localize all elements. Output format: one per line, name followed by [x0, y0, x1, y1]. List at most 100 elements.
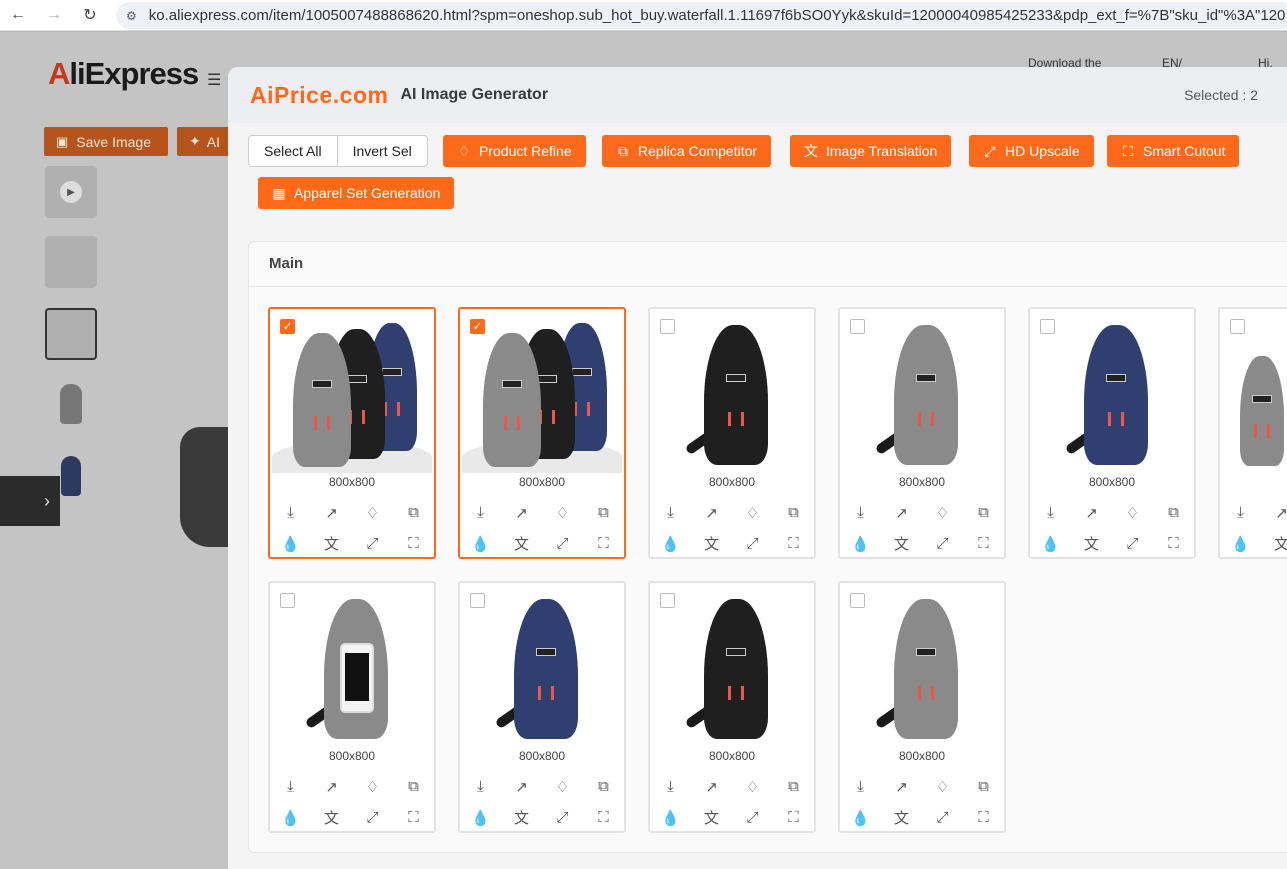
- translate-icon[interactable]: 文: [501, 802, 542, 833]
- diamond-icon[interactable]: ♢: [352, 771, 393, 802]
- reload-icon[interactable]: ↻: [72, 0, 108, 31]
- download-icon[interactable]: ⤓: [270, 771, 311, 802]
- thumbnail-image[interactable]: [45, 378, 97, 430]
- product-image[interactable]: ​: [1222, 311, 1287, 473]
- download-icon[interactable]: ⤓: [270, 497, 311, 528]
- focus-icon[interactable]: ⛶: [1153, 528, 1194, 559]
- product-image[interactable]: [462, 585, 622, 747]
- download-icon[interactable]: ⤓: [840, 497, 881, 528]
- diamond-icon[interactable]: ♢: [542, 497, 583, 528]
- site-info-icon[interactable]: ⚙: [126, 9, 137, 23]
- select-checkbox[interactable]: ✓: [470, 319, 485, 334]
- product-image[interactable]: [462, 311, 622, 473]
- image-card[interactable]: 800x800 ⤓ ↗ ♢ ⧉ 💧 文 ⤢ ⛶: [838, 581, 1006, 833]
- open-external-icon[interactable]: ↗: [881, 771, 922, 802]
- expand-icon[interactable]: ⤢: [922, 802, 963, 833]
- diamond-icon[interactable]: ♢: [352, 497, 393, 528]
- product-image[interactable]: [842, 585, 1002, 747]
- translate-icon[interactable]: 文: [311, 528, 352, 559]
- select-checkbox[interactable]: [1230, 319, 1245, 334]
- droplet-icon[interactable]: 💧: [650, 802, 691, 833]
- product-image[interactable]: [842, 311, 1002, 473]
- expand-icon[interactable]: ⤢: [542, 802, 583, 833]
- focus-icon[interactable]: ⛶: [583, 528, 624, 559]
- select-checkbox[interactable]: [660, 319, 675, 334]
- expand-icon[interactable]: ⤢: [922, 528, 963, 559]
- product-image[interactable]: [272, 311, 432, 473]
- forward-icon[interactable]: →: [36, 0, 72, 31]
- product-refine-button[interactable]: ♢ Product Refine: [443, 135, 586, 167]
- droplet-icon[interactable]: 💧: [840, 802, 881, 833]
- translate-icon[interactable]: 文: [1261, 528, 1287, 559]
- diamond-icon[interactable]: ♢: [732, 771, 773, 802]
- copy-icon[interactable]: ⧉: [963, 771, 1004, 802]
- image-card[interactable]: ✓ 800x800 ⤓ ↗ ♢ ⧉ 💧 文 ⤢ ⛶: [458, 307, 626, 559]
- droplet-icon[interactable]: 💧: [650, 528, 691, 559]
- select-checkbox[interactable]: [850, 319, 865, 334]
- replica-competitor-button[interactable]: ⧉ Replica Competitor: [602, 135, 772, 167]
- image-card[interactable]: 800x800 ⤓ ↗ ♢ ⧉ 💧 文 ⤢ ⛶: [268, 581, 436, 833]
- address-bar[interactable]: ⚙ ko.aliexpress.com/item/100500748886862…: [116, 2, 1287, 29]
- image-card[interactable]: 800x800 ⤓ ↗ ♢ ⧉ 💧 文 ⤢ ⛶: [458, 581, 626, 833]
- thumbnail-image[interactable]: [45, 524, 97, 554]
- focus-icon[interactable]: ⛶: [393, 802, 434, 833]
- download-icon[interactable]: ⤓: [1220, 497, 1261, 528]
- copy-icon[interactable]: ⧉: [393, 497, 434, 528]
- open-external-icon[interactable]: ↗: [1261, 497, 1287, 528]
- image-card[interactable]: ✓ 800x800 ⤓ ↗ ♢ ⧉ 💧 文 ⤢ ⛶: [268, 307, 436, 559]
- image-card[interactable]: ​ 80 ⤓↗♢⧉💧文⤢⛶: [1218, 307, 1287, 559]
- focus-icon[interactable]: ⛶: [773, 528, 814, 559]
- thumbnail-image-selected[interactable]: [45, 308, 97, 360]
- image-card[interactable]: 800x800 ⤓ ↗ ♢ ⧉ 💧 文 ⤢ ⛶: [1028, 307, 1196, 559]
- thumbnail-image[interactable]: [45, 236, 97, 288]
- translate-icon[interactable]: 文: [881, 802, 922, 833]
- copy-icon[interactable]: ⧉: [583, 497, 624, 528]
- image-card[interactable]: 800x800 ⤓ ↗ ♢ ⧉ 💧 文 ⤢ ⛶: [838, 307, 1006, 559]
- open-external-icon[interactable]: ↗: [1071, 497, 1112, 528]
- copy-icon[interactable]: ⧉: [963, 497, 1004, 528]
- select-checkbox[interactable]: [660, 593, 675, 608]
- collapse-sidebar-button[interactable]: ›: [0, 476, 60, 526]
- droplet-icon[interactable]: 💧: [1220, 528, 1261, 559]
- copy-icon[interactable]: ⧉: [1153, 497, 1194, 528]
- product-image[interactable]: [652, 585, 812, 747]
- image-translation-button[interactable]: 文 Image Translation: [790, 135, 952, 167]
- copy-icon[interactable]: ⧉: [583, 771, 624, 802]
- droplet-icon[interactable]: 💧: [460, 528, 501, 559]
- invert-selection-button[interactable]: Invert Sel: [336, 136, 427, 166]
- expand-icon[interactable]: ⤢: [732, 802, 773, 833]
- select-all-button[interactable]: Select All: [249, 136, 337, 166]
- open-external-icon[interactable]: ↗: [691, 771, 732, 802]
- product-image[interactable]: [272, 585, 432, 747]
- expand-icon[interactable]: ⤢: [1112, 528, 1153, 559]
- copy-icon[interactable]: ⧉: [773, 497, 814, 528]
- image-card[interactable]: 800x800 ⤓ ↗ ♢ ⧉ 💧 文 ⤢ ⛶: [648, 307, 816, 559]
- open-external-icon[interactable]: ↗: [501, 771, 542, 802]
- product-image[interactable]: [652, 311, 812, 473]
- translate-icon[interactable]: 文: [311, 802, 352, 833]
- translate-icon[interactable]: 文: [691, 802, 732, 833]
- download-icon[interactable]: ⤓: [460, 771, 501, 802]
- droplet-icon[interactable]: 💧: [840, 528, 881, 559]
- expand-icon[interactable]: ⤢: [352, 528, 393, 559]
- apparel-set-generation-button[interactable]: ▦ Apparel Set Generation: [258, 177, 455, 209]
- expand-icon[interactable]: ⤢: [732, 528, 773, 559]
- select-checkbox[interactable]: [850, 593, 865, 608]
- droplet-icon[interactable]: 💧: [270, 528, 311, 559]
- diamond-icon[interactable]: ♢: [922, 497, 963, 528]
- translate-icon[interactable]: 文: [501, 528, 542, 559]
- focus-icon[interactable]: ⛶: [583, 802, 624, 833]
- expand-icon[interactable]: ⤢: [352, 802, 393, 833]
- open-external-icon[interactable]: ↗: [501, 497, 542, 528]
- product-image[interactable]: [1032, 311, 1192, 473]
- select-checkbox[interactable]: [470, 593, 485, 608]
- download-icon[interactable]: ⤓: [650, 771, 691, 802]
- thumbnail-video[interactable]: ▶: [45, 166, 97, 218]
- select-checkbox[interactable]: [280, 593, 295, 608]
- download-icon[interactable]: ⤓: [1030, 497, 1071, 528]
- hd-upscale-button[interactable]: ⤢ HD Upscale: [969, 135, 1094, 167]
- download-icon[interactable]: ⤓: [650, 497, 691, 528]
- focus-icon[interactable]: ⛶: [773, 802, 814, 833]
- translate-icon[interactable]: 文: [1071, 528, 1112, 559]
- select-checkbox[interactable]: ✓: [280, 319, 295, 334]
